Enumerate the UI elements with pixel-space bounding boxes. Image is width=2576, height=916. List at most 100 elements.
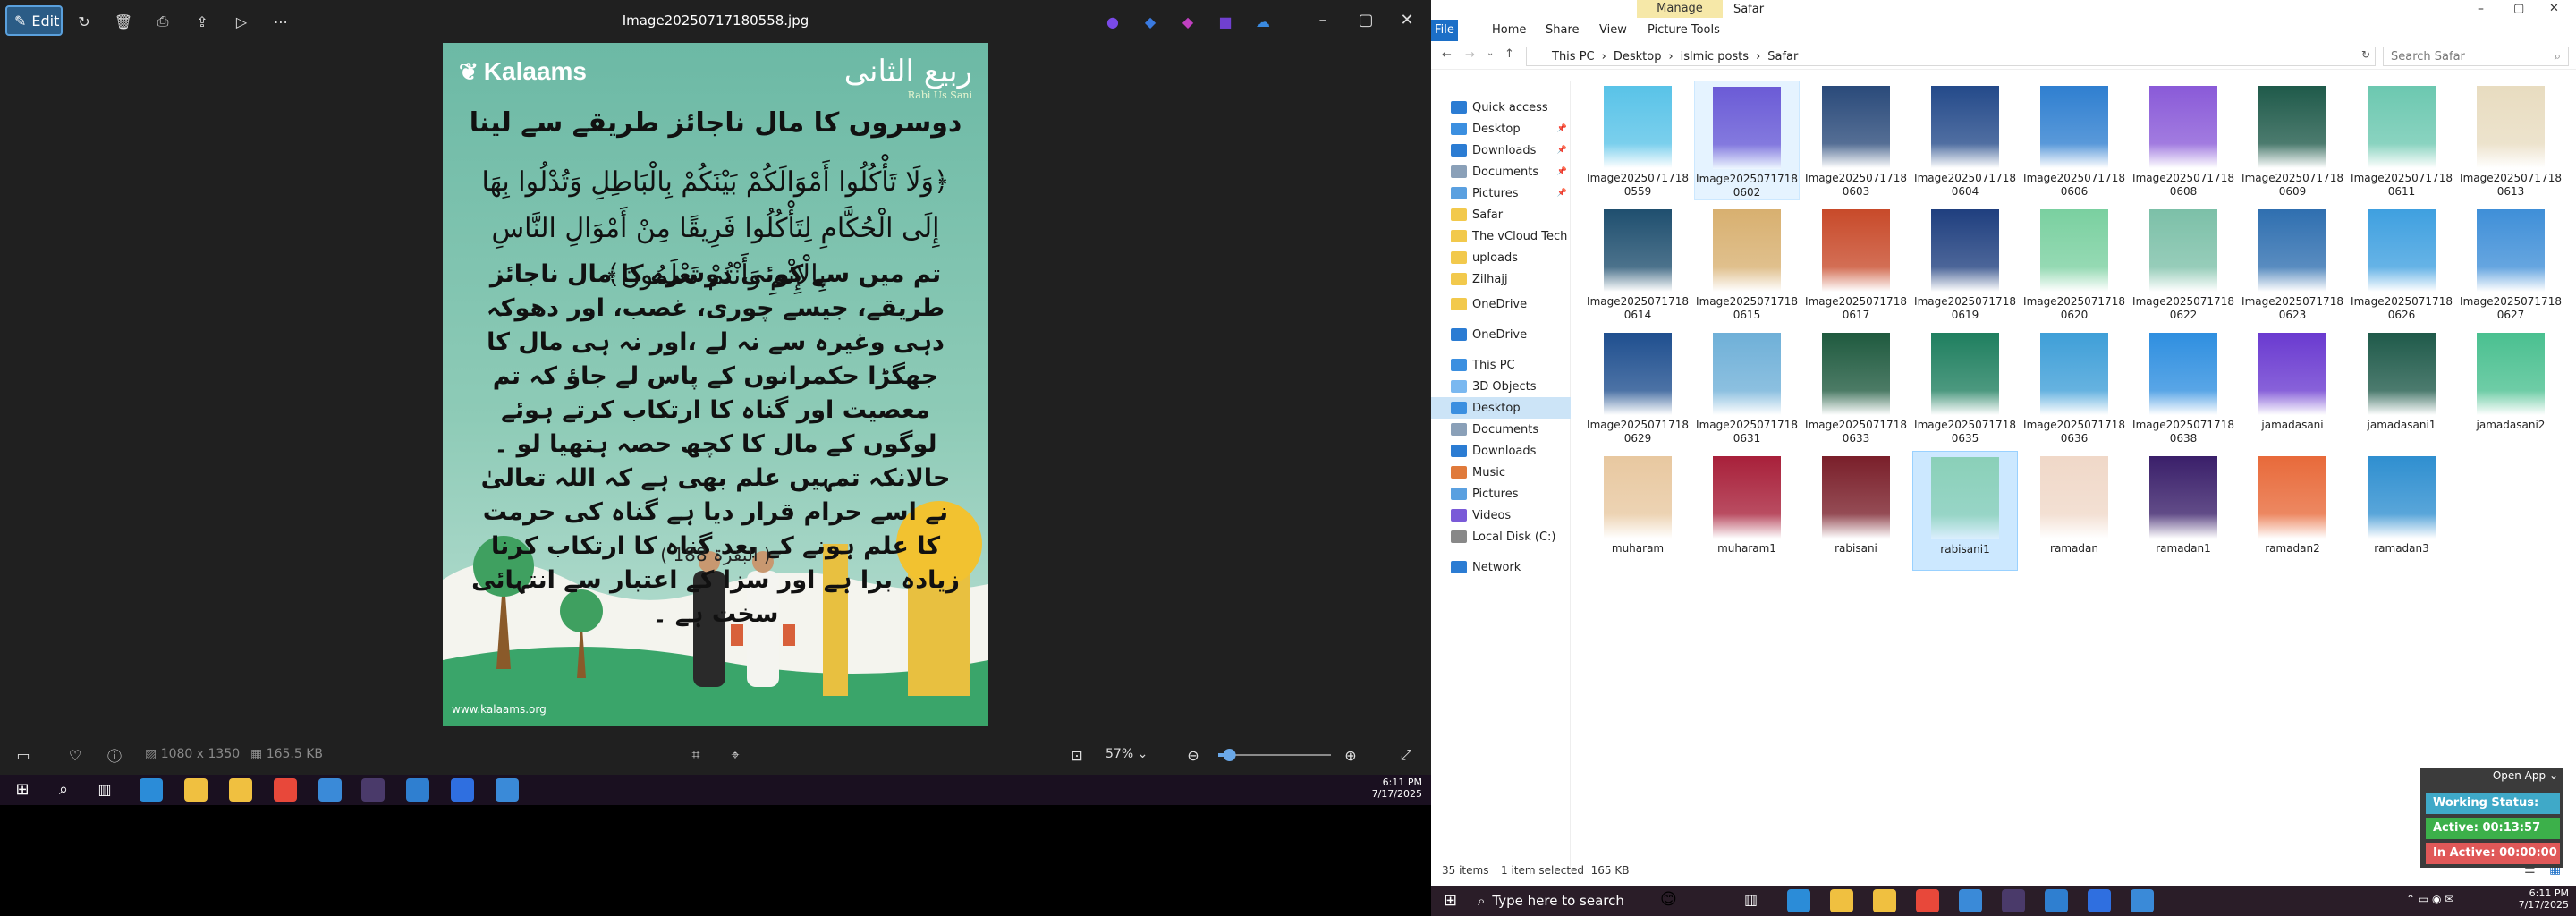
minimize-button[interactable]: – <box>2478 2 2484 16</box>
photo-canvas[interactable]: ❦ Kalaams ربیع الثانی Rabi Us Sani دوسرو… <box>443 43 988 726</box>
tab-picture-tools[interactable]: Picture Tools <box>1648 23 1720 37</box>
chrome-icon[interactable] <box>1916 889 1939 912</box>
fit-to-window-icon[interactable]: ⊡ <box>1064 742 1089 768</box>
file-explorer-icon[interactable] <box>184 778 208 802</box>
start-icon[interactable]: ⊞ <box>1444 891 1457 910</box>
file-item[interactable]: ramadan3 <box>2349 451 2454 571</box>
video-editor-icon[interactable]: ■ <box>1213 9 1238 34</box>
github-icon[interactable] <box>361 778 385 802</box>
clipchamp-icon[interactable]: ◆ <box>1175 9 1200 34</box>
file-item[interactable]: Image2025071718 0606 <box>2021 81 2127 200</box>
file-item[interactable]: Image2025071718 0611 <box>2349 81 2454 200</box>
file-item[interactable]: Image2025071718 0629 <box>1585 327 1690 447</box>
file-item[interactable]: Image2025071718 0620 <box>2021 204 2127 324</box>
designer-icon[interactable]: ◆ <box>1138 9 1163 34</box>
zoom-app-icon[interactable] <box>2088 889 2111 912</box>
refresh-icon[interactable]: ↻ <box>2361 48 2370 61</box>
file-item[interactable]: Image2025071718 0604 <box>1912 81 2018 200</box>
file-item[interactable]: Image2025071718 0627 <box>2458 204 2563 324</box>
file-item[interactable]: Image2025071718 0626 <box>2349 204 2454 324</box>
task-view-icon[interactable]: ▥ <box>1744 891 1758 908</box>
file-item[interactable]: Image2025071718 0622 <box>2131 204 2236 324</box>
search-input[interactable]: Search Safar ⌕ <box>2383 47 2569 66</box>
file-item[interactable]: Image2025071718 0635 <box>1912 327 2018 447</box>
nav-item-downloads[interactable]: Downloads 📌 <box>1431 140 1571 161</box>
file-item[interactable]: Image2025071718 0623 <box>2240 204 2345 324</box>
nav-item-pictures[interactable]: Pictures <box>1431 483 1571 505</box>
file-item[interactable]: Image2025071718 0619 <box>1912 204 2018 324</box>
back-icon[interactable]: ← <box>1442 48 1452 62</box>
zoom-out-icon[interactable]: ⊖ <box>1181 742 1206 768</box>
nav-item-videos[interactable]: Videos <box>1431 505 1571 526</box>
file-item[interactable]: Image2025071718 0638 <box>2131 327 2236 447</box>
nav-item-documents[interactable]: Documents 📌 <box>1431 161 1571 182</box>
file-item[interactable]: jamadasani1 <box>2349 327 2454 447</box>
file-item[interactable]: Image2025071718 0602 <box>1694 81 1800 200</box>
file-item[interactable]: jamadasani <box>2240 327 2345 447</box>
file-item[interactable]: Image2025071718 0609 <box>2240 81 2345 200</box>
open-app-link[interactable]: Open App ⌄ <box>2420 769 2558 782</box>
file-item[interactable]: Image2025071718 0613 <box>2458 81 2563 200</box>
zoom-app-icon[interactable] <box>451 778 474 802</box>
store-icon[interactable] <box>1873 889 1896 912</box>
file-item[interactable]: Image2025071718 0633 <box>1803 327 1909 447</box>
start-icon[interactable]: ⊞ <box>11 778 34 802</box>
file-item[interactable]: Image2025071718 0636 <box>2021 327 2127 447</box>
nav-item-onedrive[interactable]: OneDrive <box>1431 324 1571 345</box>
forward-icon[interactable]: → <box>1465 48 1475 62</box>
file-explorer-icon[interactable] <box>1830 889 1853 912</box>
nav-item-network[interactable]: Network <box>1431 556 1571 578</box>
visual-search-icon[interactable]: ⌖ <box>723 742 748 768</box>
nav-item-the-vcloud-tech-blog[interactable]: The vCloud Tech Blog <box>1431 225 1571 247</box>
store-icon[interactable] <box>229 778 252 802</box>
filmstrip-icon[interactable]: ▭ <box>11 742 36 768</box>
file-item[interactable]: jamadasani2 <box>2458 327 2563 447</box>
breadcrumb-safar[interactable]: Safar <box>1767 50 1798 64</box>
nav-item-safar[interactable]: Safar <box>1431 204 1571 225</box>
vscode-icon[interactable] <box>2045 889 2068 912</box>
recent-dropdown-icon[interactable]: ⌄ <box>1487 48 1494 58</box>
clock[interactable]: 6:11 PM 7/17/2025 <box>2501 887 2569 911</box>
photos-taskbar-icon[interactable] <box>2131 889 2154 912</box>
edge-icon[interactable] <box>140 778 163 802</box>
maximize-button[interactable]: ▢ <box>2513 2 2524 15</box>
nav-item-music[interactable]: Music <box>1431 462 1571 483</box>
file-item[interactable]: rabisani1 <box>1912 451 2018 571</box>
close-button[interactable]: ✕ <box>2549 2 2559 15</box>
nav-item-downloads[interactable]: Downloads <box>1431 440 1571 462</box>
nav-item-local-disk-c-[interactable]: Local Disk (C:) <box>1431 526 1571 547</box>
file-item[interactable]: muharam <box>1585 451 1690 571</box>
nav-item-3d-objects[interactable]: 3D Objects <box>1431 376 1571 397</box>
fullscreen-icon[interactable]: ⤢ <box>1394 742 1419 768</box>
file-item[interactable]: rabisani <box>1803 451 1909 571</box>
vscode-icon[interactable] <box>406 778 429 802</box>
tab-view[interactable]: View <box>1599 23 1627 37</box>
file-item[interactable]: Image2025071718 0608 <box>2131 81 2236 200</box>
task-view-icon[interactable]: ▥ <box>93 778 116 802</box>
tab-file[interactable]: File <box>1431 20 1458 41</box>
system-tray[interactable]: ⌃ ▭ ◉ ✉ <box>2406 893 2453 905</box>
tab-home[interactable]: Home <box>1492 23 1526 37</box>
copilot-icon[interactable]: ● <box>1100 9 1125 34</box>
chrome-icon[interactable] <box>274 778 297 802</box>
breadcrumb-this-pc[interactable]: This PC <box>1552 50 1595 64</box>
up-icon[interactable]: ↑ <box>1504 47 1514 61</box>
info-icon[interactable]: ⓘ <box>102 742 127 768</box>
zoom-level-dropdown[interactable]: 57% ⌄ <box>1106 747 1148 761</box>
file-item[interactable]: Image2025071718 0617 <box>1803 204 1909 324</box>
nav-item-documents[interactable]: Documents <box>1431 419 1571 440</box>
file-item[interactable]: ramadan2 <box>2240 451 2345 571</box>
github-icon[interactable] <box>2002 889 2025 912</box>
edge-icon[interactable] <box>1787 889 1810 912</box>
nav-item-desktop[interactable]: Desktop 📌 <box>1431 118 1571 140</box>
zoom-slider[interactable] <box>1218 746 1331 764</box>
breadcrumb-desktop[interactable]: Desktop <box>1614 50 1662 64</box>
file-item[interactable]: ramadan1 <box>2131 451 2236 571</box>
file-item[interactable]: muharam1 <box>1694 451 1800 571</box>
favorite-icon[interactable]: ♡ <box>63 742 88 768</box>
file-item[interactable]: Image2025071718 0614 <box>1585 204 1690 324</box>
app-icon[interactable] <box>1959 889 1982 912</box>
nav-item-zilhajj[interactable]: Zilhajj <box>1431 268 1571 290</box>
close-button[interactable]: ✕ <box>1392 7 1422 34</box>
maximize-button[interactable]: ▢ <box>1351 7 1381 34</box>
